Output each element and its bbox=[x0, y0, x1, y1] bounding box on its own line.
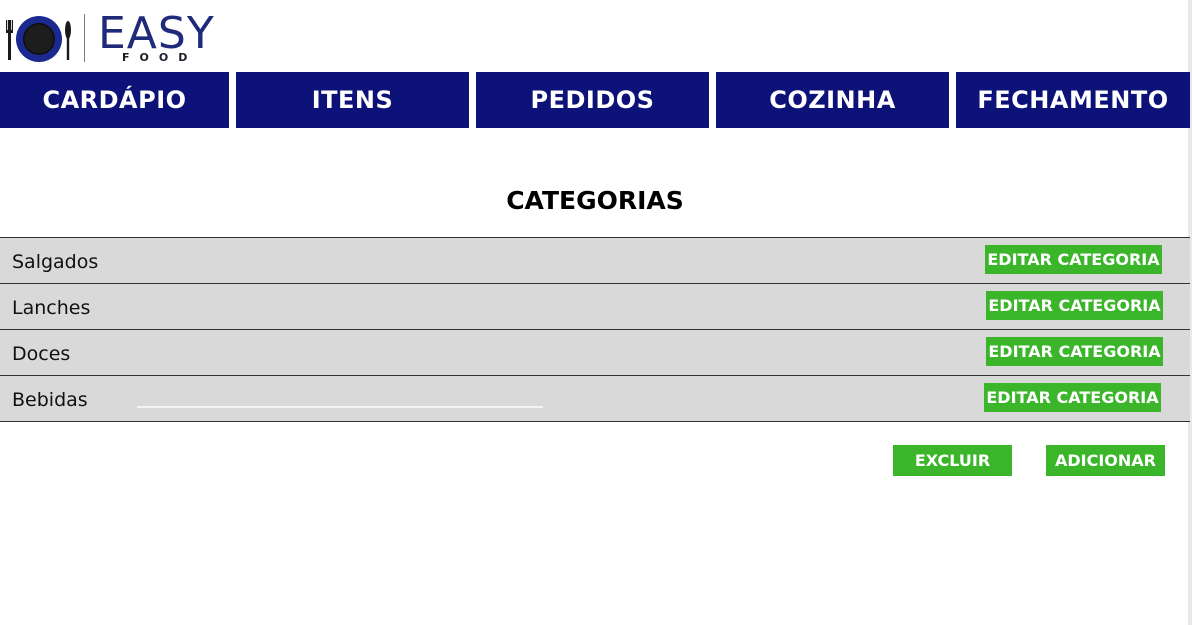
category-name: Bebidas bbox=[12, 389, 88, 411]
list-item[interactable]: Salgados EDITAR CATEGORIA bbox=[0, 237, 1190, 283]
category-name: Lanches bbox=[12, 297, 91, 319]
plate-fork-knife-icon bbox=[6, 16, 71, 62]
tab-cardapio[interactable]: CARDÁPIO bbox=[0, 72, 229, 128]
delete-button[interactable]: EXCLUIR bbox=[893, 445, 1012, 476]
list-item[interactable]: Lanches EDITAR CATEGORIA bbox=[0, 283, 1190, 329]
category-name: Salgados bbox=[12, 251, 99, 273]
tab-fechamento[interactable]: FECHAMENTO bbox=[956, 72, 1190, 128]
edit-category-button[interactable]: EDITAR CATEGORIA bbox=[985, 245, 1162, 274]
list-item[interactable]: Bebidas EDITAR CATEGORIA bbox=[0, 375, 1190, 422]
tab-pedidos[interactable]: PEDIDOS bbox=[476, 72, 709, 128]
tab-itens[interactable]: ITENS bbox=[236, 72, 469, 128]
app-logo: EASY FOOD bbox=[4, 8, 214, 66]
category-list: Salgados EDITAR CATEGORIA Lanches EDITAR… bbox=[0, 237, 1190, 422]
main-nav: CARDÁPIO ITENS PEDIDOS COZINHA FECHAMENT… bbox=[0, 72, 1190, 128]
logo-wordmark: EASY bbox=[98, 8, 215, 59]
add-button[interactable]: ADICIONAR bbox=[1046, 445, 1165, 476]
tab-cozinha[interactable]: COZINHA bbox=[716, 72, 949, 128]
list-item[interactable]: Doces EDITAR CATEGORIA bbox=[0, 329, 1190, 375]
category-name: Doces bbox=[12, 343, 71, 365]
logo-subtitle: FOOD bbox=[122, 51, 198, 64]
edit-category-button[interactable]: EDITAR CATEGORIA bbox=[984, 383, 1161, 412]
logo-divider bbox=[84, 14, 85, 62]
edit-category-button[interactable]: EDITAR CATEGORIA bbox=[986, 337, 1163, 366]
text-underline bbox=[137, 406, 543, 408]
edit-category-button[interactable]: EDITAR CATEGORIA bbox=[986, 291, 1163, 320]
page-title: CATEGORIAS bbox=[506, 186, 684, 215]
